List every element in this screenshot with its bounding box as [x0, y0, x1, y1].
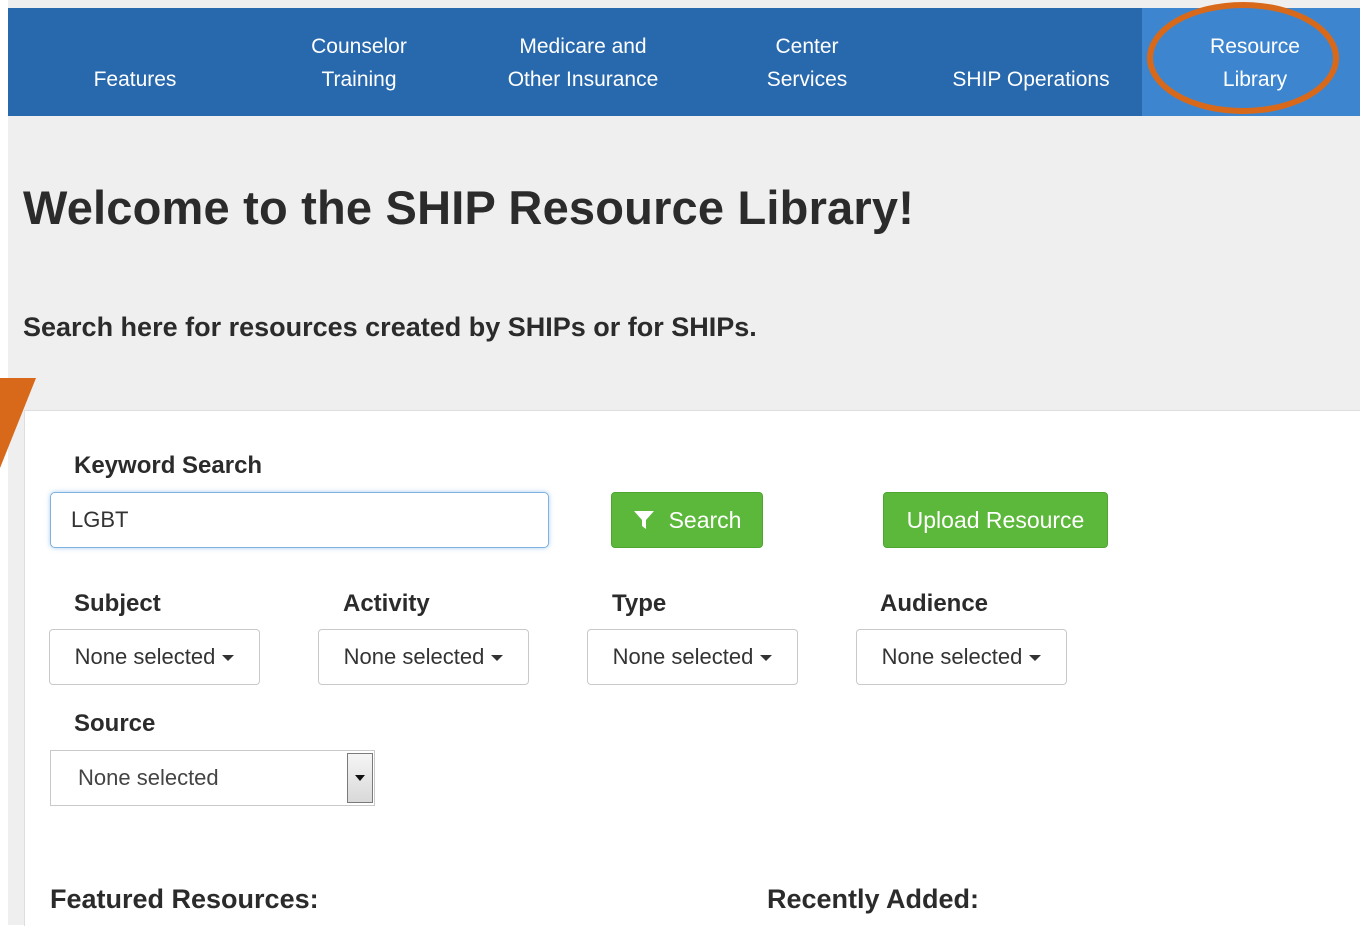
type-dropdown[interactable]: None selected [587, 629, 798, 685]
caret-down-icon [1029, 655, 1042, 661]
page-title: Welcome to the SHIP Resource Library! [23, 181, 915, 234]
caret-down-icon [222, 655, 235, 661]
activity-dropdown[interactable]: None selected [318, 629, 529, 685]
source-select[interactable]: None selected [50, 750, 375, 806]
nav-item-label: Resource [1210, 35, 1300, 58]
nav-item-label: Counselor [311, 35, 407, 58]
select-arrow-button[interactable] [347, 753, 373, 803]
nav-item-label: Features [93, 68, 177, 91]
caret-down-icon [491, 655, 504, 661]
source-label: Source [74, 710, 156, 737]
page-subtitle: Search here for resources created by SHI… [23, 312, 757, 342]
nav-item-label: SHIP Operations [952, 68, 1110, 91]
search-button[interactable]: Search [611, 492, 763, 548]
nav-item-label: Training [321, 68, 397, 91]
filter-icon [633, 511, 654, 529]
nav-item-ship-operations[interactable]: SHIP Operations [928, 8, 1134, 116]
nav-item-medicare-other-insurance[interactable]: Medicare and Other Insurance [480, 8, 686, 116]
triangle-down-icon [355, 775, 365, 781]
caret-down-icon [760, 655, 773, 661]
subject-dropdown-value: None selected [74, 644, 216, 669]
type-label: Type [612, 590, 667, 617]
recently-added-heading: Recently Added: [767, 884, 980, 914]
nav-item-features[interactable]: Features [36, 8, 234, 116]
nav-item-label: Library [1222, 68, 1288, 91]
audience-dropdown-value: None selected [881, 644, 1023, 669]
audience-label: Audience [880, 590, 989, 617]
nav-item-counselor-training[interactable]: Counselor Training [256, 8, 462, 116]
nav-item-label: Services [766, 68, 848, 91]
upload-resource-label: Upload Resource [906, 506, 1085, 533]
keyword-search-label: Keyword Search [74, 452, 263, 479]
activity-dropdown-value: None selected [343, 644, 485, 669]
search-button-label: Search [668, 506, 742, 533]
nav-item-label: Center [775, 35, 839, 58]
keyword-search-input[interactable] [50, 492, 549, 548]
type-dropdown-value: None selected [612, 644, 754, 669]
nav-item-resource-library[interactable]: Resource Library [1142, 8, 1360, 116]
nav-item-label: Medicare and [519, 35, 647, 58]
main-nav: Features Counselor Training Medicare and O… [8, 8, 1360, 116]
audience-dropdown[interactable]: None selected [856, 629, 1067, 685]
subject-dropdown[interactable]: None selected [49, 629, 260, 685]
activity-label: Activity [343, 590, 430, 617]
subject-label: Subject [74, 590, 161, 617]
nav-item-label: Other Insurance [507, 68, 659, 91]
featured-resources-heading: Featured Resources: [50, 884, 319, 914]
upload-resource-button[interactable]: Upload Resource [883, 492, 1108, 548]
source-select-value: None selected [78, 765, 219, 790]
nav-item-center-services[interactable]: Center Services [704, 8, 910, 116]
